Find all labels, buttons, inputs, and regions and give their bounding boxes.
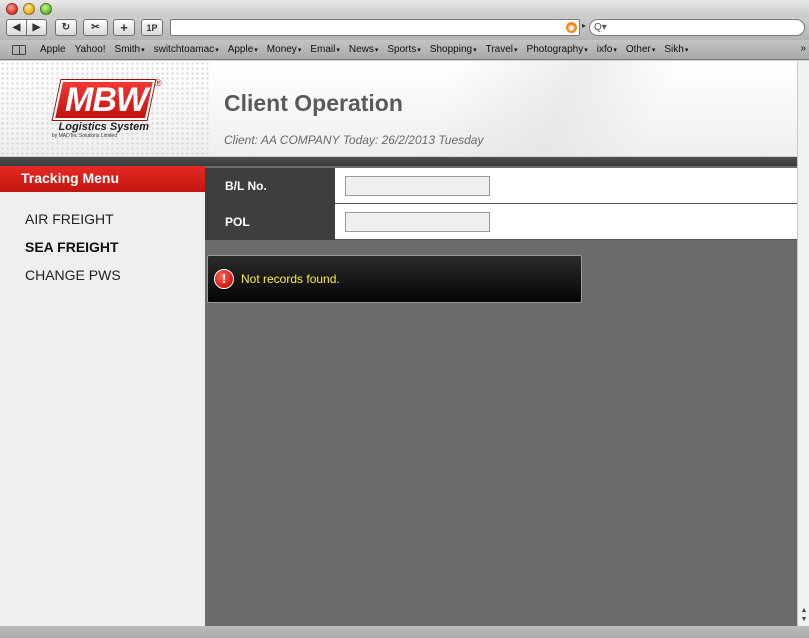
bl-number-cell xyxy=(335,168,797,204)
snapshot-button[interactable]: ✂ xyxy=(83,19,108,36)
bookmark-label: ixfo xyxy=(596,44,613,55)
onepassword-button[interactable]: 1P xyxy=(141,19,163,36)
bookmark-label: switchtoamac xyxy=(153,44,215,55)
bookmark-item[interactable]: Other▾ xyxy=(626,44,656,55)
bookmarks-overflow-button[interactable]: » xyxy=(800,43,806,54)
bookmark-label: News xyxy=(348,44,374,55)
bookmark-item[interactable]: switchtoamac▾ xyxy=(154,44,219,55)
menu-item-change-pws[interactable]: CHANGE PWS xyxy=(25,265,121,293)
bookmark-item[interactable]: Smith▾ xyxy=(115,44,145,55)
alert-message: Not records found. xyxy=(241,272,340,286)
reload-button[interactable]: ↻ xyxy=(55,19,77,36)
bookmark-label: Email xyxy=(310,44,336,55)
bookmark-item[interactable]: Travel▾ xyxy=(486,44,518,55)
bookmark-dropdown-icon: ▾ xyxy=(215,47,219,54)
bookmark-item[interactable]: Sports▾ xyxy=(387,44,420,55)
bookmark-dropdown-icon: ▾ xyxy=(613,47,617,54)
logo-subtitle: Logistics System xyxy=(58,121,149,133)
tracking-menu-header: Tracking Menu xyxy=(0,166,205,192)
back-button[interactable]: ◀ xyxy=(6,19,27,36)
mbw-logo[interactable]: MBW ® Logistics System by MADTec Solutio… xyxy=(45,78,165,140)
bookmark-label: Sikh xyxy=(664,44,684,55)
bookmark-dropdown-icon: ▾ xyxy=(254,47,258,54)
bookmark-item[interactable]: Photography▾ xyxy=(527,44,588,55)
sidebar: Tracking Menu AIR FREIGHT SEA FREIGHT CH… xyxy=(0,166,205,626)
bookmark-label: Sports xyxy=(387,44,417,55)
bookmark-items: Apple Yahoo! Smith▾ switchtoamac▾ Apple▾ Mone… xyxy=(40,44,697,55)
bl-number-row: B/L No. xyxy=(205,168,797,204)
status-bar xyxy=(0,626,809,638)
vertical-scrollbar[interactable]: ▲ ▼ xyxy=(797,61,809,626)
rss-icon[interactable]: ◉ xyxy=(566,22,577,33)
bookmark-item[interactable]: ixfo▾ xyxy=(597,44,617,55)
bookmark-label: Apple xyxy=(227,44,254,55)
bookmark-label: Money xyxy=(266,44,297,55)
bookmark-dropdown-icon: ▾ xyxy=(684,47,689,54)
bl-number-label: B/L No. xyxy=(205,168,335,204)
bookmark-dropdown-icon: ▾ xyxy=(141,47,145,54)
main-content: B/L No. POL ! Not records found. xyxy=(205,166,797,626)
minimize-window-button[interactable] xyxy=(23,3,35,15)
zoom-window-button[interactable] xyxy=(40,3,52,15)
bookmark-item[interactable]: Email▾ xyxy=(310,44,340,55)
address-bar[interactable]: ◉ xyxy=(170,19,580,36)
bookmark-label: Photography xyxy=(526,44,584,55)
bookmark-item[interactable]: Apple xyxy=(40,44,66,55)
bookmarks-book-icon[interactable] xyxy=(12,44,26,55)
page-header: MBW ® Logistics System by MADTec Solutio… xyxy=(0,61,797,157)
pol-row: POL xyxy=(205,204,797,240)
bookmark-item[interactable]: Money▾ xyxy=(267,44,302,55)
pol-cell xyxy=(335,204,797,240)
bookmark-dropdown-icon: ▾ xyxy=(297,47,302,54)
header-divider xyxy=(0,157,797,166)
add-bookmark-button[interactable]: + xyxy=(113,19,135,36)
bookmark-label: Apple xyxy=(40,44,66,55)
bookmark-dropdown-icon: ▾ xyxy=(374,47,379,54)
bookmark-label: Yahoo! xyxy=(74,44,106,55)
bookmark-dropdown-icon: ▾ xyxy=(336,47,340,54)
bookmark-label: Smith xyxy=(114,44,141,55)
bookmark-dropdown-icon: ▾ xyxy=(417,47,421,54)
bookmark-item[interactable]: Yahoo! xyxy=(75,44,106,55)
web-page: MBW ® Logistics System by MADTec Solutio… xyxy=(0,61,797,626)
window-titlebar xyxy=(0,0,809,17)
page-title: Client Operation xyxy=(224,90,403,116)
scroll-arrows[interactable]: ▲ ▼ xyxy=(798,606,809,624)
pol-input[interactable] xyxy=(345,212,490,232)
logo-registered-mark: ® xyxy=(155,78,162,88)
client-info: Client: AA COMPANY Today: 26/2/2013 Tues… xyxy=(224,133,484,147)
menu-item-air-freight[interactable]: AIR FREIGHT xyxy=(25,209,121,237)
bookmark-label: Travel xyxy=(485,44,514,55)
menu-item-sea-freight[interactable]: SEA FREIGHT xyxy=(25,237,121,265)
bookmark-label: Shopping xyxy=(429,44,473,55)
forward-button[interactable]: ▶ xyxy=(26,19,47,36)
bookmark-item[interactable]: Sikh▾ xyxy=(664,44,688,55)
no-records-alert: ! Not records found. xyxy=(207,255,582,303)
close-window-button[interactable] xyxy=(6,3,18,15)
browser-toolbar: ◀ ▶ ↻ ✂ + 1P ◉ ▸ Q▾ xyxy=(0,17,809,40)
bookmark-label: Other xyxy=(625,44,651,55)
bookmark-dropdown-icon: ▾ xyxy=(514,47,518,54)
bookmark-item[interactable]: Apple▾ xyxy=(228,44,258,55)
bl-number-input[interactable] xyxy=(345,176,490,196)
bookmark-dropdown-icon: ▾ xyxy=(651,47,656,54)
bookmarks-bar: Apple Yahoo! Smith▾ switchtoamac▾ Apple▾ Mone… xyxy=(0,40,809,60)
bookmark-dropdown-icon: ▾ xyxy=(473,47,477,54)
logo-tagline: by MADTec Solutions Limited xyxy=(51,133,117,139)
logo-text: MBW xyxy=(65,81,148,119)
address-dropdown-icon[interactable]: ▸ xyxy=(582,21,586,30)
tracking-menu-list: AIR FREIGHT SEA FREIGHT CHANGE PWS xyxy=(25,209,121,293)
bookmark-dropdown-icon: ▾ xyxy=(584,47,588,54)
error-icon: ! xyxy=(214,269,234,289)
bookmark-item[interactable]: News▾ xyxy=(349,44,379,55)
pol-label: POL xyxy=(205,204,335,240)
search-field[interactable]: Q▾ xyxy=(589,19,805,36)
bookmark-item[interactable]: Shopping▾ xyxy=(430,44,477,55)
